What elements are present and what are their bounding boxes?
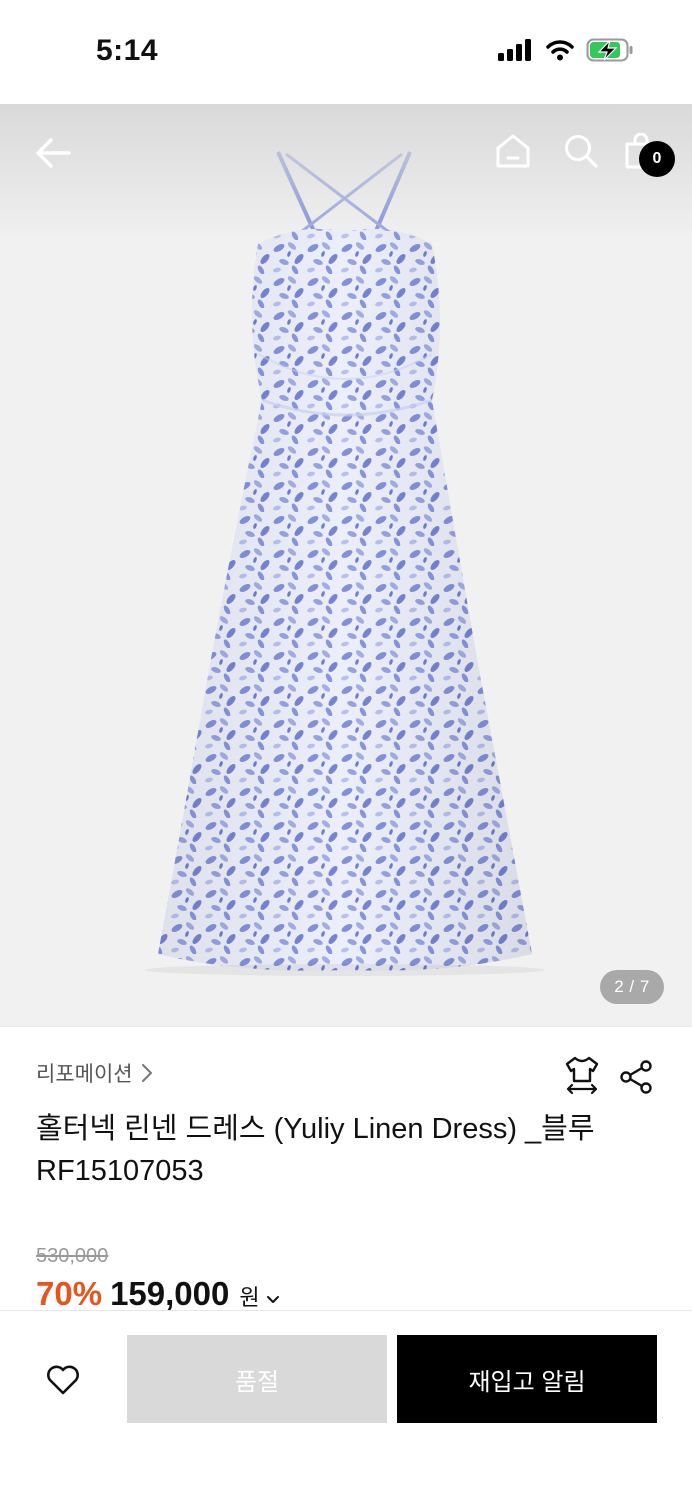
home-icon [496,134,530,168]
cart-count-badge: 0 [639,141,675,177]
search-icon [565,135,598,168]
status-bar: 5:14 [0,0,692,104]
status-icons [498,38,634,62]
price-row: 70% 159,000 원 [36,1275,280,1313]
chevron-right-icon [141,1064,152,1082]
signal-icon [498,39,531,61]
divider [0,1026,692,1027]
currency-toggle[interactable]: 원 [239,1280,279,1312]
soldout-button[interactable]: 품절 [127,1335,387,1423]
brand-link[interactable]: 리포메이션 [36,1058,153,1088]
search-button[interactable] [558,128,604,174]
size-guide-icon [565,1056,599,1095]
product-title: 홀터넥 린넨 드레스 (Yuliy Linen Dress) _블루 RF151… [36,1113,595,1187]
discount-rate: 70% [36,1275,103,1312]
gallery-page-indicator: 2 / 7 [600,970,664,1004]
currency-label: 원 [239,1285,260,1310]
heart-icon [47,1365,79,1395]
wishlist-button[interactable] [40,1357,86,1403]
arrow-left-icon [36,138,71,168]
restock-alert-button[interactable]: 재입고 알림 [397,1335,657,1423]
wifi-icon [546,40,574,61]
share-button[interactable] [616,1057,656,1097]
size-guide-button[interactable] [562,1055,602,1095]
share-icon [620,1060,652,1094]
gallery-top-shade [0,104,692,244]
chevron-down-icon [266,1296,279,1303]
battery-charging-icon [586,38,633,62]
sale-price: 159,000 [110,1275,230,1312]
home-button[interactable] [490,128,536,174]
product-gallery[interactable]: 0 2 / 7 [0,104,692,1026]
original-price: 530,000 [36,1245,109,1267]
brand-name: 리포메이션 [36,1063,133,1086]
status-time: 5:14 [96,34,159,67]
back-button[interactable] [28,128,78,178]
bottom-action-bar: 품절 재입고 알림 [0,1310,692,1500]
